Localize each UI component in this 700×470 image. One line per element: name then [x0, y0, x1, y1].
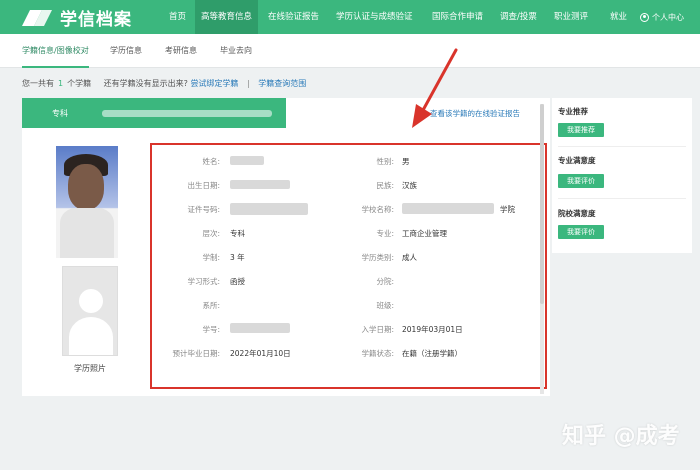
ethnicity-label: 民族:: [376, 181, 394, 190]
duration-label: 学制:: [202, 253, 220, 262]
separator: |: [246, 79, 250, 88]
record-header-text: 专科: [52, 109, 68, 118]
major-value: 工商企业管理: [402, 229, 447, 238]
branch-label: 分院:: [376, 277, 394, 286]
red-arrow-icon: [412, 48, 458, 128]
ethnicity-value: 汉族: [402, 181, 417, 190]
record-header-bar: 专科: [22, 98, 286, 128]
nav-career-test[interactable]: 职业测评: [554, 0, 588, 34]
blurred-birth: [230, 180, 290, 189]
degree-photo-caption: 学历照片: [74, 364, 106, 373]
tab-graduation-destination[interactable]: 毕业去向: [220, 34, 252, 68]
level-label: 层次:: [202, 229, 220, 238]
nav-online-report[interactable]: 在线验证报告: [268, 0, 319, 34]
avatar-placeholder-icon: [79, 289, 103, 313]
rate-major-button[interactable]: 我要评价: [558, 174, 604, 188]
enrollment-card: 专科 查看该学籍的在线验证报告 学历照片 姓名: 出生日期: 证件号码: 层次:…: [22, 98, 550, 396]
divider: [558, 198, 686, 199]
blurred-name: [230, 156, 264, 165]
rate-school-button[interactable]: 我要评价: [558, 225, 604, 239]
student-no-label: 学号:: [202, 325, 220, 334]
gender-label: 性别:: [376, 157, 394, 166]
book-logo-icon: [22, 10, 52, 26]
recommend-button[interactable]: 我要推荐: [558, 123, 604, 137]
grad-label: 预计毕业日期:: [172, 349, 220, 358]
class-label: 班级:: [376, 301, 394, 310]
nav-home[interactable]: 首页: [169, 0, 186, 34]
tab-postgrad-info[interactable]: 考研信息: [165, 34, 197, 68]
status-label: 学籍状态:: [361, 349, 394, 358]
highlight-box: 姓名: 出生日期: 证件号码: 层次: 专科 学制: 3 年 学习形式: 函授 …: [150, 143, 547, 389]
study-form-label: 学习形式:: [187, 277, 220, 286]
tab-enrollment-info[interactable]: 学籍信息/图像校对: [22, 34, 89, 68]
scrollbar[interactable]: [540, 104, 544, 394]
user-center-link[interactable]: 个人中心: [640, 0, 684, 34]
degree-photo-placeholder: [62, 266, 118, 356]
missing-question: 还有学籍没有显示出来?: [103, 79, 188, 88]
level-value: 专科: [230, 229, 245, 238]
birth-label: 出生日期:: [187, 181, 220, 190]
sidebar-title-major-recommend: 专业推荐: [558, 107, 588, 116]
id-label: 证件号码:: [187, 205, 220, 214]
nav-certification[interactable]: 学历认证与成绩验证: [336, 0, 413, 34]
grad-value: 2022年01月10日: [230, 349, 291, 358]
divider: [558, 146, 686, 147]
sub-navbar: 学籍信息/图像校对 学历信息 考研信息 毕业去向: [0, 34, 700, 68]
status-value: 在籍（注册学籍）: [402, 349, 462, 358]
site-logo[interactable]: 学信档案: [20, 5, 132, 30]
count-prefix: 您一共有: [22, 79, 54, 88]
enroll-label: 入学日期:: [361, 325, 394, 334]
school-suffix: 学院: [500, 205, 515, 214]
study-form-value: 函授: [230, 277, 245, 286]
edu-type-value: 成人: [402, 253, 417, 262]
scrollbar-thumb[interactable]: [540, 104, 544, 304]
dept-label: 系所:: [202, 301, 220, 310]
nav-employment[interactable]: 就业: [610, 0, 627, 34]
duration-value: 3 年: [230, 253, 245, 262]
bind-enrollment-link[interactable]: 尝试绑定学籍: [190, 79, 238, 88]
nav-survey[interactable]: 调查/投票: [500, 0, 537, 34]
edu-type-label: 学历类别:: [361, 253, 394, 262]
blurred-school: [402, 203, 494, 214]
sidebar-title-major-satisfaction: 专业满意度: [558, 156, 596, 165]
enrollment-count: 1: [58, 79, 64, 88]
enrollment-photo: [56, 146, 118, 258]
right-sidebar: 专业推荐 我要推荐 专业满意度 我要评价 院校满意度 我要评价: [552, 98, 692, 253]
school-label: 学校名称:: [361, 205, 394, 214]
user-icon: [640, 12, 649, 22]
user-center-label: 个人中心: [652, 12, 684, 22]
top-navbar: 学信档案 首页 高等教育信息 在线验证报告 学历认证与成绩验证 国际合作申请 调…: [0, 0, 700, 34]
watermark: 知乎 @成考: [562, 424, 680, 449]
query-scope-link[interactable]: 学籍查询范围: [258, 79, 306, 88]
gender-value: 男: [402, 157, 410, 166]
nav-international[interactable]: 国际合作申请: [432, 0, 483, 34]
blurred-header: [102, 110, 272, 117]
major-label: 专业:: [376, 229, 394, 238]
enroll-value: 2019年03月01日: [402, 325, 463, 334]
blurred-student-no: [230, 323, 290, 333]
logo-text: 学信档案: [60, 9, 132, 30]
blurred-id: [230, 203, 308, 215]
nav-higher-education[interactable]: 高等教育信息: [195, 0, 259, 34]
enrollment-count-line: 您一共有 1 个学籍 还有学籍没有显示出来? 尝试绑定学籍 | 学籍查询范围: [22, 78, 306, 89]
tab-degree-info[interactable]: 学历信息: [110, 34, 142, 68]
sidebar-title-school-satisfaction: 院校满意度: [558, 209, 596, 218]
name-label: 姓名:: [202, 157, 220, 166]
count-suffix: 个学籍: [67, 79, 92, 88]
